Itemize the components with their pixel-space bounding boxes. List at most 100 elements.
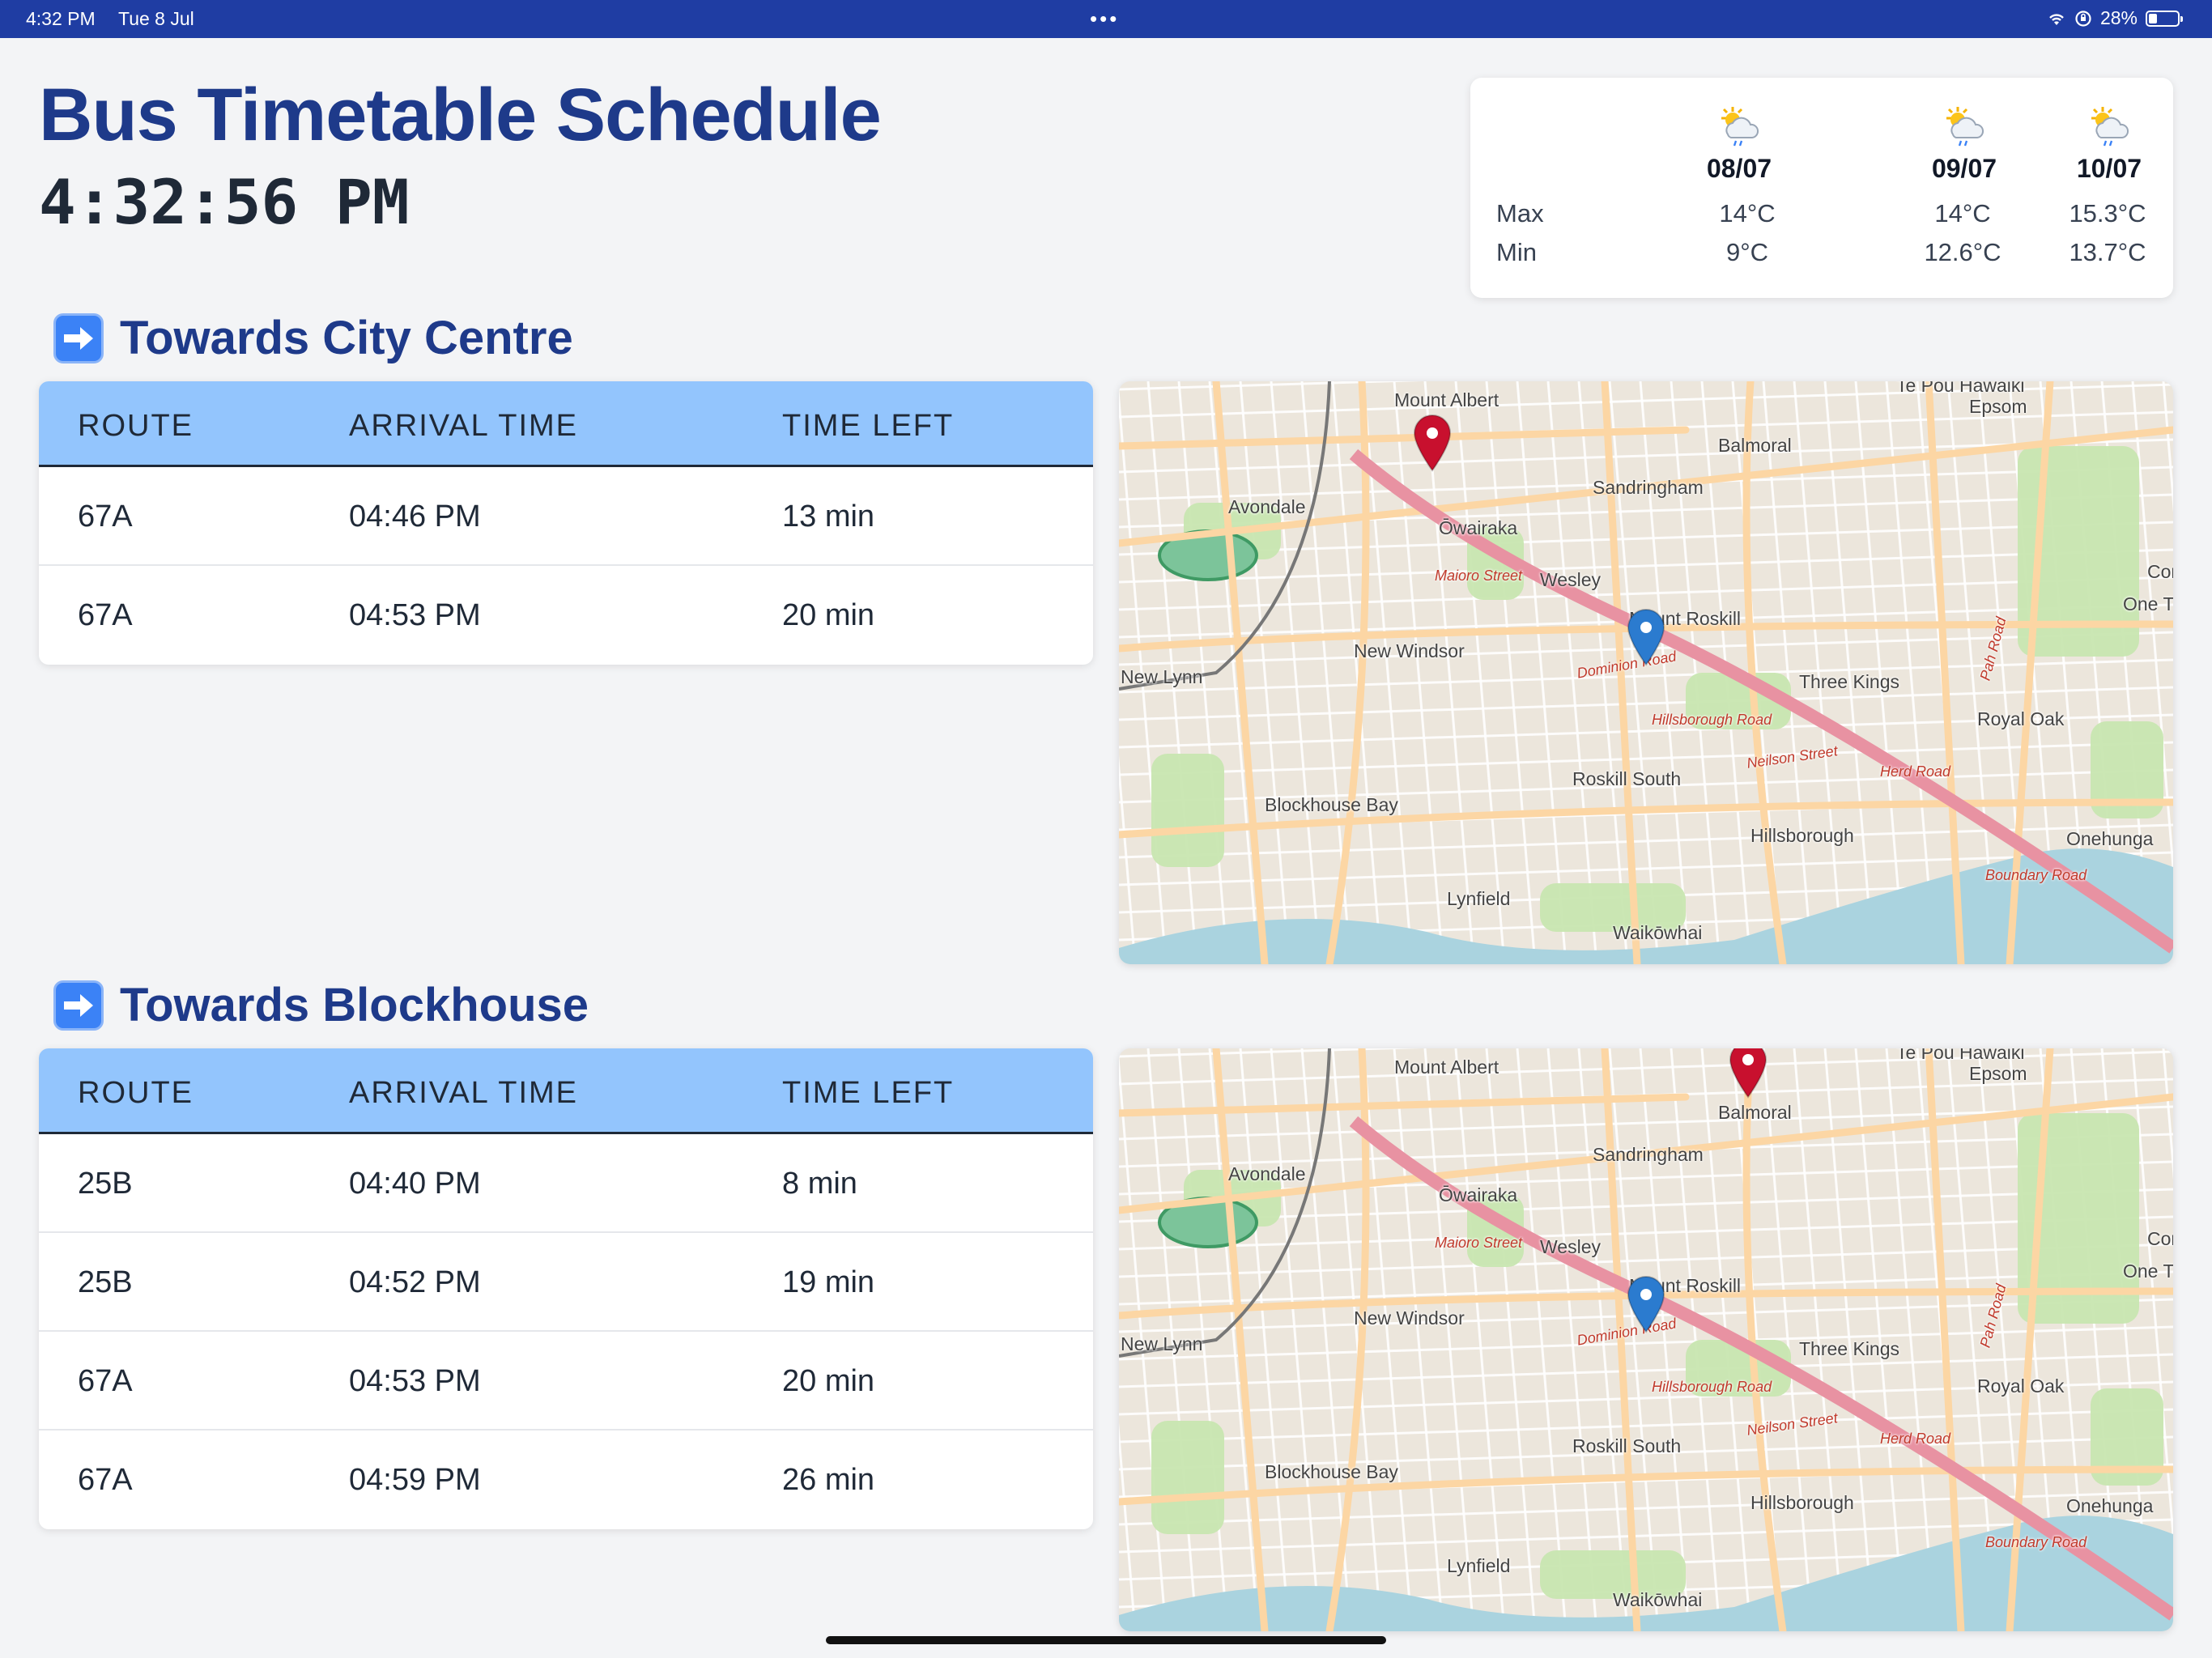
- map-place-label: One Tree: [2123, 593, 2173, 614]
- section-title: Towards City Centre: [120, 312, 573, 364]
- bus-stop-marker-blue-icon[interactable]: [1626, 608, 1666, 666]
- map-place-label: Hillsborough: [1750, 1492, 1854, 1513]
- column-header-arrival: ARRIVAL TIME: [349, 409, 579, 443]
- weather-day: 09/07: [1883, 105, 2045, 184]
- route-map-blockhouse[interactable]: Mount Albert Te Pou Hawaiki Epsom Balmoral S…: [1119, 1048, 2173, 1631]
- multitasking-dots-icon[interactable]: •••: [1090, 6, 1119, 32]
- battery-icon: [2146, 10, 2183, 27]
- timetable-blockhouse: ROUTE ARRIVAL TIME TIME LEFT 25B 04:40 P…: [39, 1048, 1093, 1529]
- map-place-label: New Lynn: [1121, 666, 1203, 687]
- weather-forecast-card: Max Min 08/07 09/07 10/07 14°C 9°C 14°C …: [1470, 78, 2173, 298]
- arrival-cell: 04:52 PM: [349, 1265, 481, 1299]
- table-row: 25B 04:52 PM 19 min: [39, 1233, 1093, 1332]
- map-road-label: Hillsborough Road: [1652, 1379, 1772, 1395]
- weather-max-label: Max: [1496, 199, 1544, 227]
- map-road-label: Maioro Street: [1435, 568, 1523, 584]
- map-place-label: Royal Oak: [1977, 1375, 2065, 1397]
- map-place-label: Onehunga: [2066, 1495, 2154, 1516]
- status-bar: 4:32 PM Tue 8 Jul ••• 28%: [0, 0, 2212, 38]
- route-cell: 67A: [78, 500, 133, 534]
- table-row: 25B 04:40 PM 8 min: [39, 1134, 1093, 1233]
- map-place-label: New Lynn: [1121, 1333, 1203, 1354]
- weather-min-value: 12.6°C: [1924, 238, 2001, 266]
- bus-stop-marker-red-icon[interactable]: [1728, 1048, 1768, 1099]
- arrival-cell: 04:59 PM: [349, 1463, 481, 1497]
- route-map-city-centre[interactable]: Mount Albert Te Pou Hawaiki Epsom Balmoral S…: [1119, 381, 2173, 964]
- map-place-label: Three Kings: [1799, 671, 1900, 692]
- weather-date: 08/07: [1706, 154, 1772, 183]
- column-header-time-left: TIME LEFT: [782, 1076, 955, 1110]
- route-cell: 25B: [78, 1167, 133, 1201]
- map-place-label: Waikōwhai: [1613, 1589, 1703, 1610]
- map-place-label: Mount Albert: [1394, 1056, 1499, 1078]
- map-road-label: Hillsborough Road: [1652, 712, 1772, 728]
- right-arrow-icon: [53, 980, 104, 1031]
- map-place-label: Te Pou Hawaiki: [1896, 381, 2025, 396]
- weather-max-value: 14°C: [1934, 199, 1991, 227]
- status-time: 4:32 PM: [26, 8, 96, 29]
- map-place-label: Sandringham: [1593, 477, 1704, 498]
- map-place-label: Roskill South: [1572, 768, 1682, 789]
- column-header-time-left: TIME LEFT: [782, 409, 955, 443]
- table-row: 67A 04:53 PM 20 min: [39, 566, 1093, 665]
- battery-fill: [2149, 13, 2157, 23]
- status-right: 28%: [2047, 7, 2183, 29]
- weather-day: 08/07: [1658, 105, 1820, 184]
- map-place-label: Blockhouse Bay: [1265, 794, 1398, 815]
- map-road-label: Herd Road: [1880, 1431, 1951, 1447]
- time-left-cell: 8 min: [782, 1167, 857, 1201]
- map-place-label: Blockhouse Bay: [1265, 1461, 1398, 1482]
- map-place-label: Onehunga: [2066, 828, 2154, 849]
- time-left-cell: 13 min: [782, 500, 875, 534]
- weather-day: 10/07: [2028, 105, 2190, 184]
- map-place-label: Wesley: [1540, 1236, 1601, 1257]
- weather-date: 09/07: [1931, 154, 1997, 183]
- arrival-cell: 04:40 PM: [349, 1167, 481, 1201]
- status-date: Tue 8 Jul: [118, 8, 194, 29]
- home-indicator[interactable]: [826, 1636, 1386, 1644]
- sun-behind-rain-cloud-icon: [1946, 107, 1984, 147]
- route-cell: 25B: [78, 1265, 133, 1299]
- time-left-cell: 20 min: [782, 1364, 875, 1398]
- time-left-cell: 20 min: [782, 598, 875, 632]
- battery-percent: 28%: [2099, 7, 2138, 28]
- map-place-label: Cornwall Park: [2147, 1228, 2173, 1249]
- map-place-label: Avondale: [1228, 496, 1306, 517]
- timetable-city-centre: ROUTE ARRIVAL TIME TIME LEFT 67A 04:46 P…: [39, 381, 1093, 665]
- map-place-label: Ōwairaka: [1439, 517, 1518, 538]
- map-place-label: Roskill South: [1572, 1435, 1682, 1456]
- column-header-arrival: ARRIVAL TIME: [349, 1076, 579, 1110]
- weather-min-value: 13.7°C: [2069, 238, 2146, 266]
- column-header-route: ROUTE: [78, 409, 194, 443]
- arrival-cell: 04:53 PM: [349, 1364, 481, 1398]
- map-place-label: Hillsborough: [1750, 825, 1854, 846]
- map-place-label: Te Pou Hawaiki: [1896, 1048, 2025, 1063]
- right-arrow-icon: [53, 312, 104, 363]
- rotation-lock-icon: [2075, 10, 2091, 27]
- map-place-label: Avondale: [1228, 1163, 1306, 1184]
- weather-min-value: 9°C: [1725, 238, 1769, 266]
- arrival-cell: 04:53 PM: [349, 598, 481, 632]
- map-place-label: Balmoral: [1718, 1102, 1792, 1123]
- column-header-route: ROUTE: [78, 1076, 194, 1110]
- bus-stop-marker-red-icon[interactable]: [1412, 414, 1453, 472]
- time-left-cell: 26 min: [782, 1463, 875, 1497]
- section-heading-blockhouse: Towards Blockhouse: [53, 978, 589, 1032]
- map-road-label: Boundary Road: [1985, 1534, 2087, 1550]
- section-heading-city-centre: Towards City Centre: [53, 311, 573, 365]
- map-road-label: Maioro Street: [1435, 1235, 1523, 1251]
- bus-stop-marker-blue-icon[interactable]: [1626, 1275, 1666, 1333]
- map-place-label: Epsom: [1969, 1063, 2027, 1084]
- map-place-label: Three Kings: [1799, 1338, 1900, 1359]
- map-place-label: Lynfield: [1447, 1555, 1511, 1576]
- weather-max-value: 14°C: [1719, 199, 1776, 227]
- page-title: Bus Timetable Schedule: [39, 74, 882, 156]
- table-row: 67A 04:59 PM 26 min: [39, 1431, 1093, 1529]
- route-cell: 67A: [78, 598, 133, 632]
- route-cell: 67A: [78, 1364, 133, 1398]
- map-place-label: New Windsor: [1354, 1307, 1465, 1329]
- map-place-label: One Tree: [2123, 1261, 2173, 1282]
- map-place-label: Balmoral: [1718, 435, 1792, 456]
- map-place-label: Mount Albert: [1394, 389, 1499, 410]
- table-row: 67A 04:46 PM 13 min: [39, 467, 1093, 566]
